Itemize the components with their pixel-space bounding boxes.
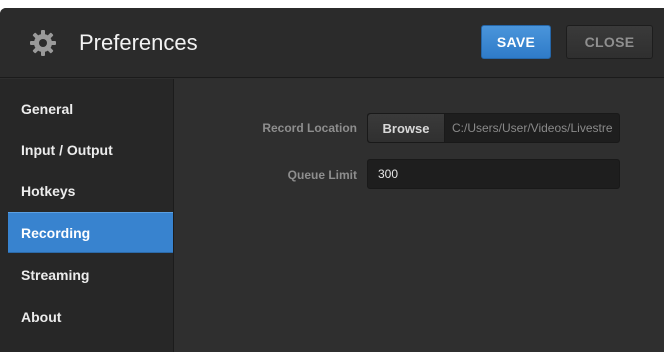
queue-limit-input[interactable] [368, 160, 619, 188]
window-title: Preferences [79, 30, 198, 55]
close-button[interactable]: CLOSE [566, 25, 653, 59]
save-button[interactable]: SAVE [481, 25, 551, 59]
title-bar: Preferences SAVE CLOSE [0, 8, 664, 78]
sidebar-item-recording[interactable]: Recording [8, 212, 173, 253]
sidebar-item-about[interactable]: About [8, 296, 173, 337]
record-location-field: Browse C:/Users/User/Videos/Livestre [367, 113, 620, 143]
record-location-path[interactable]: C:/Users/User/Videos/Livestre [452, 114, 617, 142]
recording-panel: Record Location Browse C:/Users/User/Vid… [174, 79, 664, 352]
sidebar-item-hotkeys[interactable]: Hotkeys [8, 170, 173, 211]
browse-button[interactable]: Browse [368, 114, 445, 142]
record-location-label: Record Location [262, 121, 357, 135]
sidebar-item-streaming[interactable]: Streaming [8, 254, 173, 295]
sidebar: General Input / Output Hotkeys Recording… [0, 79, 174, 352]
sidebar-item-general[interactable]: General [8, 88, 173, 129]
queue-limit-label: Queue Limit [287, 168, 357, 182]
gear-icon [30, 30, 56, 56]
queue-limit-field [367, 159, 620, 189]
preferences-window: Preferences SAVE CLOSE General Input / O… [0, 8, 664, 352]
sidebar-item-input-output[interactable]: Input / Output [8, 129, 173, 170]
